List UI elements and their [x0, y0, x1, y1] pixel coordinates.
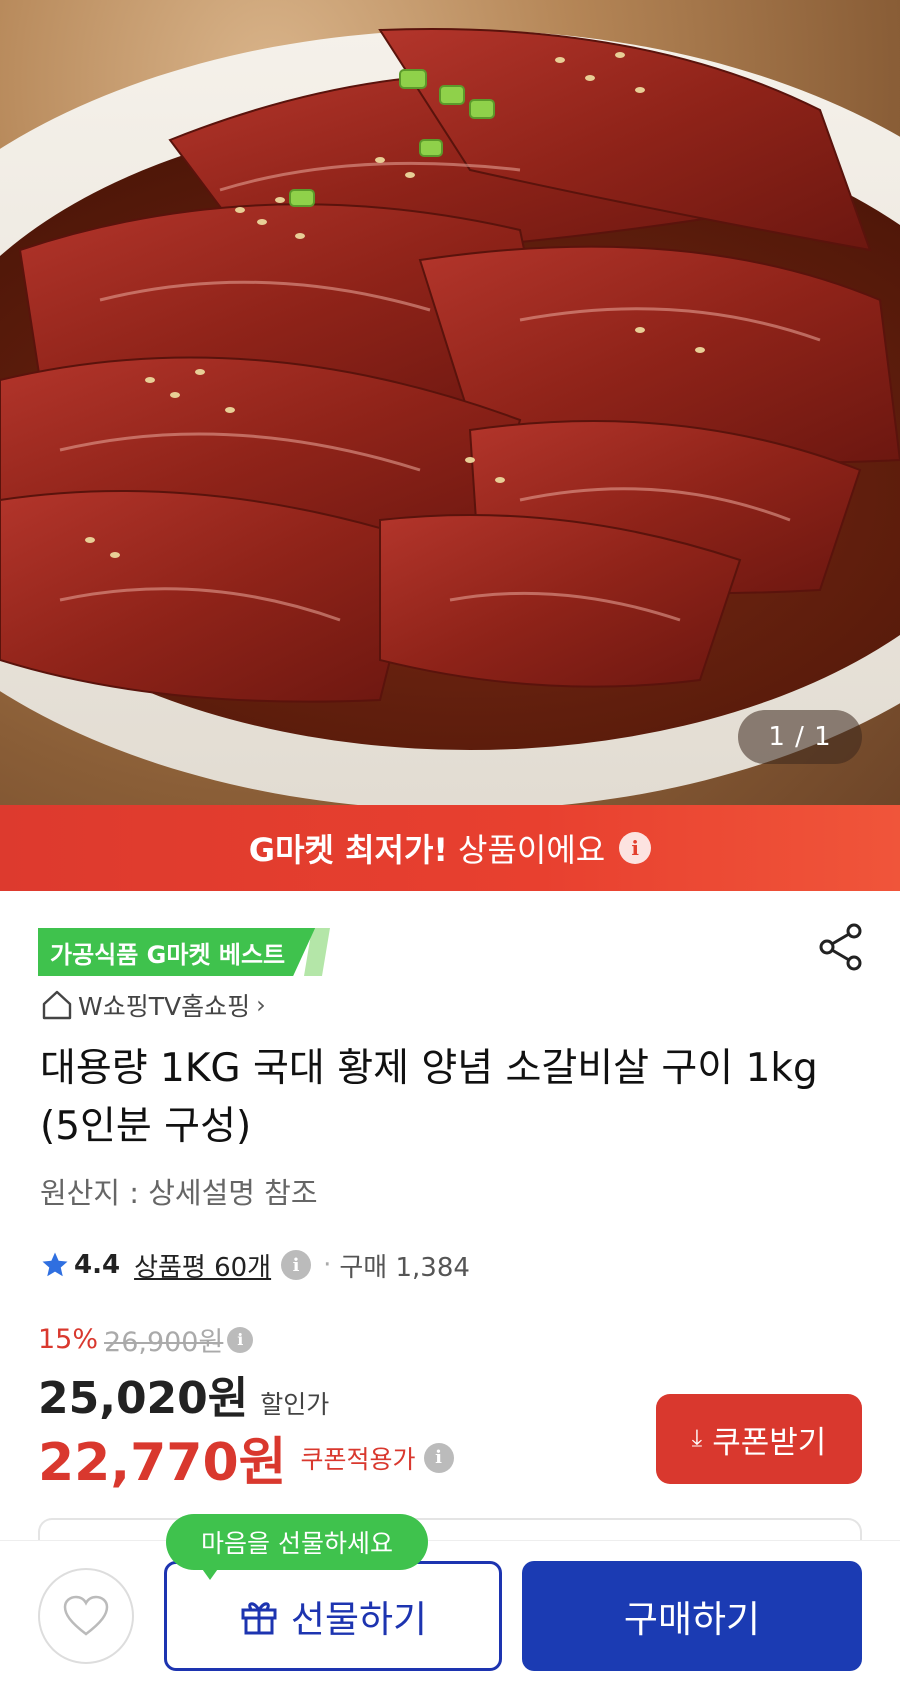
gift-tooltip: 마음을 선물하세요 — [166, 1514, 428, 1570]
seller-link[interactable]: W쇼핑TV홈쇼핑 › — [40, 985, 266, 1025]
rating-score: 4.4 — [74, 1250, 121, 1280]
download-icon: ⤓ — [691, 1425, 703, 1452]
sale-price-label: 할인가 — [260, 1390, 330, 1419]
info-icon[interactable]: i — [227, 1326, 254, 1353]
purchase-count: 구매 1,384 — [339, 1252, 470, 1283]
share-icon[interactable] — [818, 922, 864, 972]
best-badge-label: 가공식품 G마켓 베스트 — [50, 940, 286, 969]
bottom-action-bar: 선물하기 구매하기 — [0, 1540, 900, 1693]
get-coupon-button[interactable]: ⤓ 쿠폰받기 — [656, 1394, 862, 1484]
star-icon — [42, 1252, 68, 1277]
gift-tooltip-text: 마음을 선물하세요 — [201, 1529, 393, 1558]
reviews-link[interactable]: 상품평 60개 — [134, 1247, 271, 1284]
original-price: 26,900원 — [104, 1327, 224, 1358]
rating-row: 4.4 상품평 60개 i · 구매 1,384 — [40, 1242, 470, 1288]
discount-percent: 15% — [38, 1324, 99, 1355]
heart-icon — [63, 1595, 109, 1636]
origin-text: 원산지 : 상세설명 참조 — [40, 1176, 318, 1210]
lowest-price-banner[interactable]: G마켓 최저가! 상품이에요 i — [0, 805, 900, 891]
banner-text: 상품이에요 — [458, 831, 606, 869]
coupon-price-row: 22,770원 쿠폰적용가 i — [38, 1420, 454, 1495]
image-counter: 1 / 1 — [738, 710, 862, 764]
coupon-price: 22,770원 — [38, 1433, 287, 1493]
banner-strong-text: G마켓 최저가! — [248, 831, 448, 869]
buy-button-label: 구매하기 — [623, 1599, 761, 1640]
product-title: 대용량 1KG 국대 황제 양념 소갈비살 구이 1kg (5인분 구성) — [40, 1046, 818, 1149]
best-badge[interactable]: 가공식품 G마켓 베스트 — [38, 928, 315, 976]
gift-icon — [241, 1602, 277, 1635]
gift-tooltip-tail — [200, 1566, 220, 1580]
sale-price-row: 25,020원 할인가 — [38, 1362, 329, 1426]
separator-dot: · — [323, 1250, 332, 1280]
info-icon[interactable]: i — [281, 1250, 312, 1280]
info-icon[interactable]: i — [423, 1442, 454, 1473]
wishlist-button[interactable] — [38, 1568, 134, 1664]
gift-button-label: 선물하기 — [290, 1599, 428, 1640]
chevron-right-icon: › — [256, 991, 266, 1019]
coupon-price-label: 쿠폰적용가 — [300, 1444, 416, 1474]
original-price-row: 15% 26,900원 i — [38, 1320, 254, 1359]
sale-price: 25,020원 — [38, 1373, 249, 1424]
marinated-beef-illustration — [0, 28, 900, 805]
product-image[interactable]: 1 / 1 — [0, 0, 900, 805]
buy-button[interactable]: 구매하기 — [522, 1561, 862, 1671]
info-icon[interactable]: i — [619, 832, 652, 864]
seller-name: W쇼핑TV홈쇼핑 — [78, 992, 251, 1021]
home-icon — [42, 990, 72, 1020]
get-coupon-label: 쿠폰받기 — [712, 1424, 827, 1460]
